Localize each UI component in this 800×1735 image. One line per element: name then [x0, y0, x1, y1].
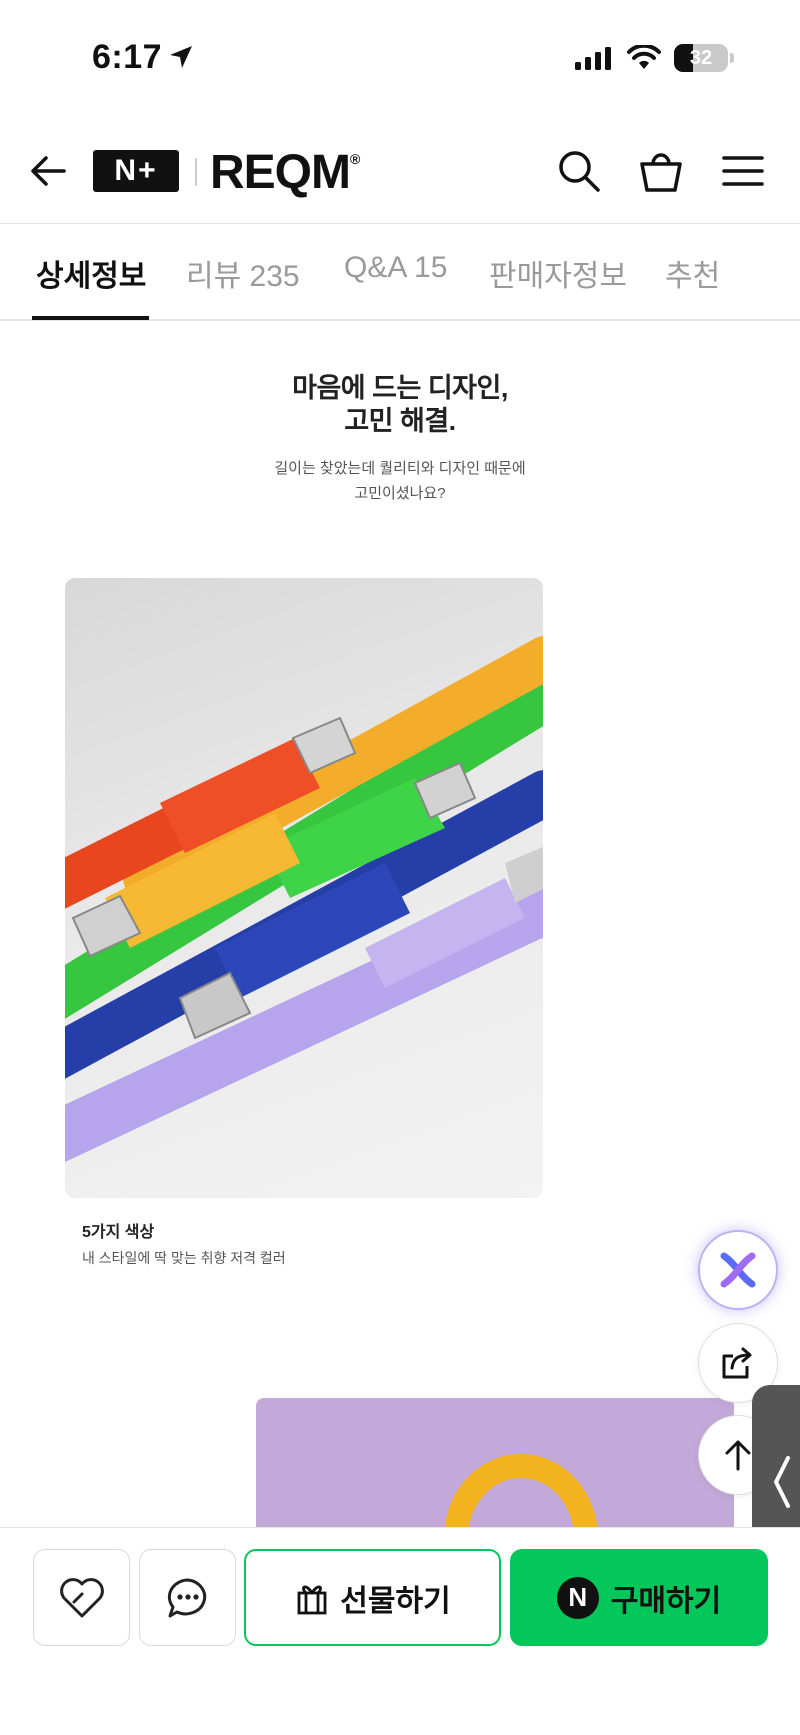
naver-pay-badge: N [556, 1576, 599, 1619]
gift-button[interactable]: 선물하기 [244, 1549, 501, 1646]
status-bar: 6:17 32 [0, 0, 800, 118]
menu-icon [722, 156, 764, 186]
purchase-bar: 선물하기 N 구매하기 [0, 1527, 800, 1735]
wifi-icon [627, 45, 661, 69]
buy-label: 구매하기 [610, 1584, 722, 1618]
detail-subcopy: 길이는 찾았는데 퀄리티와 디자인 때문에 고민이셨나요? [0, 456, 800, 506]
arrow-up-icon [725, 1440, 751, 1471]
subcopy-line-1: 길이는 찾았는데 퀄리티와 디자인 때문에 [274, 460, 526, 477]
headline-line-1: 마음에 드는 디자인, [292, 373, 508, 403]
tab-detail[interactable]: 상세정보 [36, 251, 146, 295]
tab-seller-info[interactable]: 판매자정보 [489, 251, 627, 295]
product-detail-content: 마음에 드는 디자인, 고민 해결. 길이는 찾았는데 퀄리티와 디자인 때문에… [0, 322, 800, 1527]
share-icon [722, 1347, 752, 1379]
naver-plus-logo[interactable]: N+ [93, 150, 179, 192]
heart-icon [59, 1577, 104, 1617]
gift-icon [297, 1585, 327, 1614]
tab-qna[interactable]: Q&A 15 [344, 251, 447, 285]
ai-assistant-button[interactable] [698, 1230, 778, 1310]
next-product-image [256, 1398, 734, 1527]
detail-headline: 마음에 드는 디자인, 고민 해결. [0, 372, 800, 438]
arrow-left-icon [31, 156, 66, 186]
subcopy-line-2: 고민이셨나요? [354, 485, 446, 502]
detail-tabs: 상세정보 리뷰 235 Q&A 15 판매자정보 추천 [0, 225, 800, 321]
shopping-bag-icon [640, 153, 682, 192]
brand-logo[interactable]: REQM® [210, 145, 360, 200]
buy-button[interactable]: N 구매하기 [510, 1549, 768, 1646]
ai-assistant-icon [720, 1252, 756, 1288]
registered-mark: ® [350, 151, 360, 167]
caption-subtitle: 내 스타일에 딱 맞는 취향 저격 컬러 [82, 1250, 286, 1266]
usb-c-cables-illustration [65, 636, 543, 1162]
chevron-left-icon [774, 1456, 790, 1508]
cart-button[interactable] [638, 148, 684, 194]
battery-icon: 32 [674, 44, 728, 72]
caption-title: 5가지 색상 [82, 1224, 155, 1241]
active-tab-indicator [32, 316, 149, 320]
battery-level: 32 [689, 46, 713, 69]
chat-bubble-icon [167, 1578, 206, 1617]
location-arrow-icon [168, 44, 194, 75]
logo-divider [195, 158, 197, 186]
product-image-cables [65, 578, 543, 1198]
coiled-cable-illustration [444, 1454, 598, 1527]
status-time: 6:17 [92, 38, 163, 76]
talk-talk-button[interactable] [139, 1549, 236, 1646]
search-button[interactable] [556, 148, 602, 194]
status-indicators: 32 [574, 44, 734, 72]
menu-button[interactable] [720, 148, 766, 194]
tab-recommend[interactable]: 추천 [665, 251, 720, 295]
like-button[interactable] [33, 1549, 130, 1646]
gift-label: 선물하기 [340, 1584, 451, 1618]
back-button[interactable] [28, 150, 70, 192]
headline-line-2: 고민 해결. [344, 406, 456, 436]
app-header: N+ REQM® [0, 118, 800, 224]
search-icon [559, 151, 600, 192]
tab-reviews[interactable]: 리뷰 235 [186, 251, 300, 295]
cellular-signal-icon [575, 47, 611, 70]
brand-logo-text: REQM [210, 146, 351, 199]
